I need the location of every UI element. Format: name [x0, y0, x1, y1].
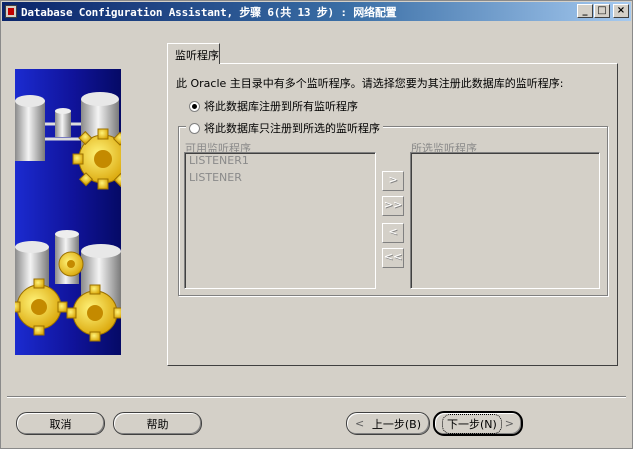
register-all-label: 将此数据库注册到所有监听程序 — [204, 100, 358, 113]
selected-listeners-list[interactable] — [410, 152, 600, 289]
move-right-button[interactable]: > — [382, 171, 404, 191]
move-all-left-button[interactable]: << — [382, 248, 404, 268]
move-left-button[interactable]: < — [382, 223, 404, 243]
title-bar: Database Configuration Assistant, 步骤 6(共… — [2, 2, 631, 21]
register-selected-option[interactable]: 将此数据库只注册到所选的监听程序 — [186, 120, 383, 136]
register-all-option[interactable]: 将此数据库注册到所有监听程序 — [189, 98, 358, 114]
back-label: 上一步(B) — [371, 417, 421, 431]
help-label: 帮助 — [146, 417, 169, 431]
window-title: Database Configuration Assistant, 步骤 6(共… — [21, 6, 397, 19]
app-icon[interactable] — [5, 5, 17, 18]
database-gears-illustration — [15, 92, 121, 342]
help-button[interactable]: 帮助 — [113, 412, 202, 435]
maximize-button[interactable]: □ — [594, 4, 610, 18]
back-button[interactable]: < 上一步(B) — [346, 412, 430, 435]
register-selected-radio[interactable] — [189, 122, 200, 134]
cancel-label: 取消 — [49, 417, 72, 431]
next-button[interactable]: 下一步(N) > — [433, 411, 523, 436]
instruction-text: 此 Oracle 主目录中有多个监听程序。请选择您要为其注册此数据库的监听程序: — [176, 77, 564, 90]
tab-listeners[interactable]: 监听程序 — [167, 43, 220, 64]
minimize-button[interactable]: _ — [577, 4, 593, 18]
footer-separator — [7, 396, 626, 398]
available-listeners-list[interactable]: LISTENER1 LISTENER — [184, 152, 376, 289]
move-all-right-button[interactable]: >> — [382, 196, 404, 216]
dialog-window: Database Configuration Assistant, 步骤 6(共… — [0, 0, 633, 449]
cancel-button[interactable]: 取消 — [16, 412, 105, 435]
chevron-right-icon: > — [504, 417, 514, 430]
chevron-left-icon: < — [355, 417, 365, 430]
list-item[interactable]: LISTENER1 — [185, 153, 375, 170]
list-item[interactable]: LISTENER — [185, 170, 375, 187]
register-selected-label: 将此数据库只注册到所选的监听程序 — [204, 122, 380, 135]
next-label: 下一步(N) — [442, 413, 502, 434]
register-all-radio[interactable] — [189, 100, 200, 112]
wizard-illustration — [15, 69, 121, 355]
close-button[interactable]: × — [613, 4, 629, 18]
